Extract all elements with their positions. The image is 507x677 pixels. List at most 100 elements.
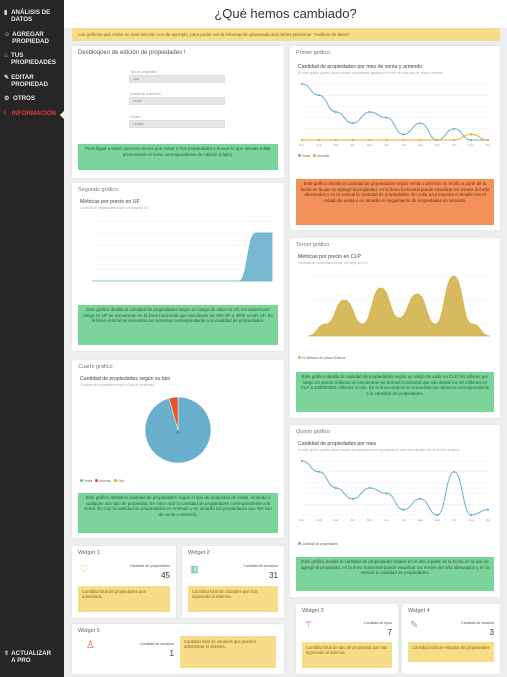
x-tick-label: Nov — [468, 143, 474, 147]
second-chart-note: Este gráfico detalla la cantidad de prop… — [78, 305, 278, 345]
pencil-icon: ✎ — [4, 75, 10, 81]
tipo-propiedad-select[interactable]: Lipo — [129, 75, 225, 83]
sidebar-item-editar[interactable]: ✎ Editar propiedad — [0, 74, 60, 88]
x-tick-label: May — [367, 143, 373, 147]
widget-title: Widget 2 — [188, 550, 210, 556]
fifth-chart-note: Este gráfico detalla la cantidad de prop… — [296, 557, 494, 591]
page-title: ¿Qué hemos cambiado? — [64, 0, 507, 28]
widget-title: Widget 4 — [408, 608, 430, 614]
fourth-chart-svg: 43 — [144, 396, 212, 464]
legend-item-cantidad[interactable]: Cantidad de propiedades — [298, 542, 338, 546]
widget-value: 7 — [387, 628, 392, 637]
data-point — [351, 497, 354, 500]
chart-section-title: Quinto gráfico — [296, 429, 331, 435]
x-tick-label: Feb — [316, 518, 322, 522]
widget-note: Cantidad total de ciudades que has ingre… — [188, 586, 278, 612]
widget-5: Widget 5 ♙ Cantidad de usuarios 1 Cantid… — [72, 624, 284, 674]
widget-note: Cantidad total de usuarios que pueden ad… — [180, 636, 276, 668]
data-point — [385, 116, 388, 119]
sidebar-item-label: Información — [11, 110, 56, 117]
third-chart-card: Tercer gráfico Métricas por precio en CL… — [290, 238, 500, 418]
widget-label: Cantidad de estados — [461, 621, 494, 625]
data-point — [351, 138, 354, 142]
field-label: Ciudad — [130, 115, 141, 119]
sidebar-item-informacion[interactable]: i Información — [0, 110, 60, 118]
legend-label: Venta — [302, 154, 311, 158]
sidebar-item-label: Tus propiedades — [10, 52, 57, 66]
sidebar-item-otros[interactable]: ⚙ Otros — [0, 95, 60, 103]
data-point — [453, 127, 456, 130]
second-chart-card: Segundo gráfico Métricas por precio en U… — [72, 183, 284, 351]
x-tick-label: Mar — [333, 518, 338, 522]
pin-icon: ✎ — [410, 620, 419, 631]
field-label: Estado de propiedad — [130, 92, 161, 96]
sidebar-item-agregar[interactable]: ☺ Agregar propiedad — [0, 31, 60, 45]
upgrade-pro-button[interactable]: ⇧ Actualizar a pro — [0, 650, 60, 664]
chart-icon: ▮ — [4, 10, 8, 16]
x-tick-label: Jul — [402, 143, 406, 147]
heart-icon: ♡ — [80, 564, 89, 575]
third-chart-note: Este gráfico detalla la cantidad de prop… — [296, 372, 494, 412]
data-point — [368, 486, 371, 490]
chart-subtitle: En este gráfico podrás saber cuántas pro… — [298, 71, 444, 75]
x-tick-label: Jun — [384, 143, 389, 147]
data-point — [486, 508, 490, 511]
sidebar-item-label: Análisis de datos — [11, 9, 51, 23]
legend-item-venta[interactable]: Venta — [80, 479, 92, 483]
x-tick-label: Ago — [418, 518, 424, 522]
widget-note: Cantidad total de propiedades que admini… — [78, 586, 170, 612]
legend-item-otro[interactable]: Otro — [114, 479, 124, 483]
chart-legend: Venta Arriendo Otro — [80, 479, 124, 483]
widget-title: Widget 1 — [78, 550, 100, 556]
legend-label: Venta — [84, 479, 93, 483]
sidebar-item-propiedades[interactable]: ⌂ Tus propiedades — [0, 52, 60, 66]
legend-label: Arriendo — [99, 479, 112, 483]
legend-item-clp[interactable]: En Millones de pesos Chilenos — [298, 356, 346, 360]
widget-value: 31 — [269, 571, 278, 580]
x-tick-label: Nov — [468, 518, 474, 522]
data-point — [334, 110, 337, 114]
edit-card-title: Desbloqueo de edición de propiedades ! — [78, 50, 186, 56]
legend-item-venta[interactable]: Venta — [298, 154, 310, 158]
widget-label: Cantidad de propiedades — [129, 564, 170, 568]
data-point — [453, 138, 456, 142]
x-tick-label: Oct — [452, 143, 457, 147]
fifth-chart-svg: Ene Feb Mar Abr May Jun Jul Ago Sep Oct Nov Dic — [299, 459, 491, 522]
data-point — [385, 492, 388, 495]
widget-note: Cantidad total de estados de propiedades — [408, 642, 494, 662]
x-tick-label: Feb — [316, 143, 322, 147]
sidebar-item-label: Editar propiedad — [11, 74, 48, 88]
sidebar-item-analisis[interactable]: ▮ Análisis de datos — [0, 9, 60, 23]
data-point — [300, 138, 304, 142]
data-point — [317, 470, 321, 473]
chart-title: Cantidad de propiedades por mes de venta… — [298, 64, 423, 70]
data-point — [334, 138, 337, 142]
widget-value: 3 — [489, 628, 494, 637]
chart-subtitle: Cantidad de propiedades según un rango d… — [298, 261, 369, 265]
series-area — [307, 275, 491, 337]
widget-note: Cantidad total de tipo de propiedad que … — [302, 642, 392, 668]
gear-icon: ⚙ — [4, 96, 10, 102]
sidebar-item-label: Otros — [13, 95, 36, 102]
home-icon: ⌂ — [4, 53, 8, 59]
legend-item-arriendo[interactable]: Arriendo — [95, 479, 111, 483]
data-point — [469, 513, 473, 517]
edit-unlock-card: Desbloqueo de edición de propiedades ! T… — [72, 46, 284, 178]
data-point — [486, 138, 490, 142]
info-banner: Los gráficos que están en esta sección s… — [72, 28, 500, 41]
legend-item-arriendo[interactable]: Arriendo — [313, 154, 329, 158]
main-content: ¿Qué hemos cambiado? Los gráficos que es… — [64, 0, 507, 677]
chart-section-title: Cuarto gráfico — [78, 364, 113, 370]
ciudad-select[interactable]: Ciudad — [129, 120, 225, 128]
data-point — [300, 82, 304, 86]
widget-title: Widget 5 — [78, 628, 100, 634]
widget-value: 45 — [161, 571, 170, 580]
data-point — [436, 138, 439, 142]
map-icon: ▥ — [190, 564, 199, 574]
legend-label: En Millones de pesos Chilenos — [302, 356, 346, 360]
estado-propiedad-select[interactable]: Venta — [129, 97, 225, 105]
widget-label: Cantidad de tipos — [364, 621, 392, 625]
chart-title: Métricas por precio en UF — [80, 199, 140, 205]
chart-title: Cantidad de propiedades por mes — [298, 441, 377, 447]
chart-subtitle: En este gráfico podrás saber cuántas pro… — [298, 448, 460, 452]
